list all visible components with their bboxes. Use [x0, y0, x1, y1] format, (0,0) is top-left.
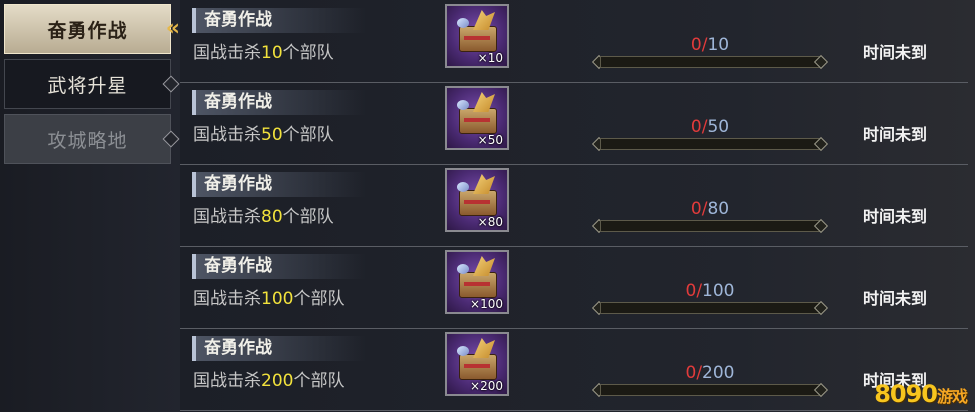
tab-wujiang-shengxing[interactable]: 武将升星 — [4, 59, 180, 109]
progress-total: 100 — [702, 281, 735, 301]
reward-item-slot[interactable]: ×50 — [445, 86, 509, 150]
tab-label: 攻城略地 — [47, 129, 128, 152]
progress-bar — [600, 138, 820, 150]
task-description: 国战击杀80个部队 — [193, 204, 334, 230]
desc-suffix: 个部队 — [282, 207, 334, 227]
watermark-suffix: 游戏 — [936, 387, 968, 406]
desc-prefix: 国战击杀 — [193, 289, 261, 309]
task-description: 国战击杀50个部队 — [193, 122, 334, 148]
task-title: 奋勇作战 — [204, 256, 272, 276]
tab-label: 武将升星 — [47, 74, 128, 97]
progress-current: 0 — [690, 199, 702, 219]
desc-number: 100 — [261, 289, 294, 309]
desc-number: 200 — [261, 371, 294, 391]
tab-label: 奋勇作战 — [47, 19, 128, 42]
progress-text: 0/200 — [590, 363, 830, 383]
reward-quantity: ×200 — [470, 379, 503, 393]
reward-quantity: ×50 — [477, 133, 503, 147]
task-title: 奋勇作战 — [204, 174, 272, 194]
task-row: 奋勇作战 国战击杀50个部队 ×50 0/50 时间未到 — [180, 82, 968, 165]
task-description: 国战击杀100个部队 — [193, 286, 344, 312]
task-row: 奋勇作战 国战击杀100个部队 ×100 0/100 时间未到 — [180, 246, 968, 329]
desc-prefix: 国战击杀 — [193, 371, 261, 391]
progress-total: 50 — [707, 117, 730, 137]
gem-icon — [457, 100, 469, 110]
reward-item-slot[interactable]: ×10 — [445, 4, 509, 68]
watermark-logo: 8090游戏 — [874, 380, 968, 408]
diamond-icon — [162, 75, 180, 93]
reward-item-slot[interactable]: ×100 — [445, 250, 509, 314]
reward-quantity: ×10 — [477, 51, 503, 65]
gem-icon — [457, 18, 469, 28]
reward-item-slot[interactable]: ×80 — [445, 168, 509, 232]
task-list[interactable]: 奋勇作战 国战击杀10个部队 ×10 0/10 时间未到 奋勇作战 国战击杀50… — [180, 0, 975, 412]
desc-prefix: 国战击杀 — [193, 43, 261, 63]
task-title: 奋勇作战 — [204, 92, 272, 112]
desc-prefix: 国战击杀 — [193, 207, 261, 227]
progress-total: 200 — [702, 363, 735, 383]
task-title: 奋勇作战 — [204, 338, 272, 358]
task-title: 奋勇作战 — [204, 10, 272, 30]
progress-bar — [600, 56, 820, 68]
gem-icon — [457, 264, 469, 274]
reward-item-slot[interactable]: ×200 — [445, 332, 509, 396]
progress-total: 80 — [707, 199, 730, 219]
desc-suffix: 个部队 — [293, 289, 345, 309]
desc-suffix: 个部队 — [293, 371, 345, 391]
progress-text: 0/10 — [590, 35, 830, 55]
progress-current: 0 — [685, 363, 697, 383]
diamond-icon — [162, 130, 180, 148]
progress-bar — [600, 384, 820, 396]
task-description: 国战击杀200个部队 — [193, 368, 344, 394]
desc-suffix: 个部队 — [282, 125, 334, 145]
task-status: 时间未到 — [862, 125, 927, 144]
task-row: 奋勇作战 国战击杀10个部队 ×10 0/10 时间未到 — [180, 0, 968, 83]
watermark-brand: 8090 — [874, 380, 938, 408]
task-row: 奋勇作战 国战击杀200个部队 ×200 0/200 时间未到 — [180, 328, 968, 411]
tab-gongcheng-luedi[interactable]: 攻城略地 — [4, 114, 180, 164]
progress-current: 0 — [685, 281, 697, 301]
desc-number: 10 — [261, 43, 283, 63]
progress-text: 0/100 — [590, 281, 830, 301]
reward-quantity: ×80 — [477, 215, 503, 229]
progress-bar — [600, 302, 820, 314]
desc-number: 50 — [261, 125, 283, 145]
gem-icon — [457, 182, 469, 192]
desc-number: 80 — [261, 207, 283, 227]
task-status: 时间未到 — [862, 43, 927, 62]
reward-quantity: ×100 — [470, 297, 503, 311]
progress-current: 0 — [690, 35, 702, 55]
chevron-left-icon: « — [165, 16, 180, 41]
progress-total: 10 — [707, 35, 730, 55]
task-description: 国战击杀10个部队 — [193, 40, 334, 66]
sidebar: 奋勇作战 « 武将升星 攻城略地 — [0, 0, 180, 412]
task-status: 时间未到 — [862, 289, 927, 308]
progress-bar — [600, 220, 820, 232]
progress-text: 0/50 — [590, 117, 830, 137]
task-row: 奋勇作战 国战击杀80个部队 ×80 0/80 时间未到 — [180, 164, 968, 247]
desc-suffix: 个部队 — [282, 43, 334, 63]
progress-current: 0 — [690, 117, 702, 137]
gem-icon — [457, 346, 469, 356]
progress-text: 0/80 — [590, 199, 830, 219]
tab-fenyong-zuozhan[interactable]: 奋勇作战 « — [4, 4, 180, 54]
task-status: 时间未到 — [862, 207, 927, 226]
desc-prefix: 国战击杀 — [193, 125, 261, 145]
